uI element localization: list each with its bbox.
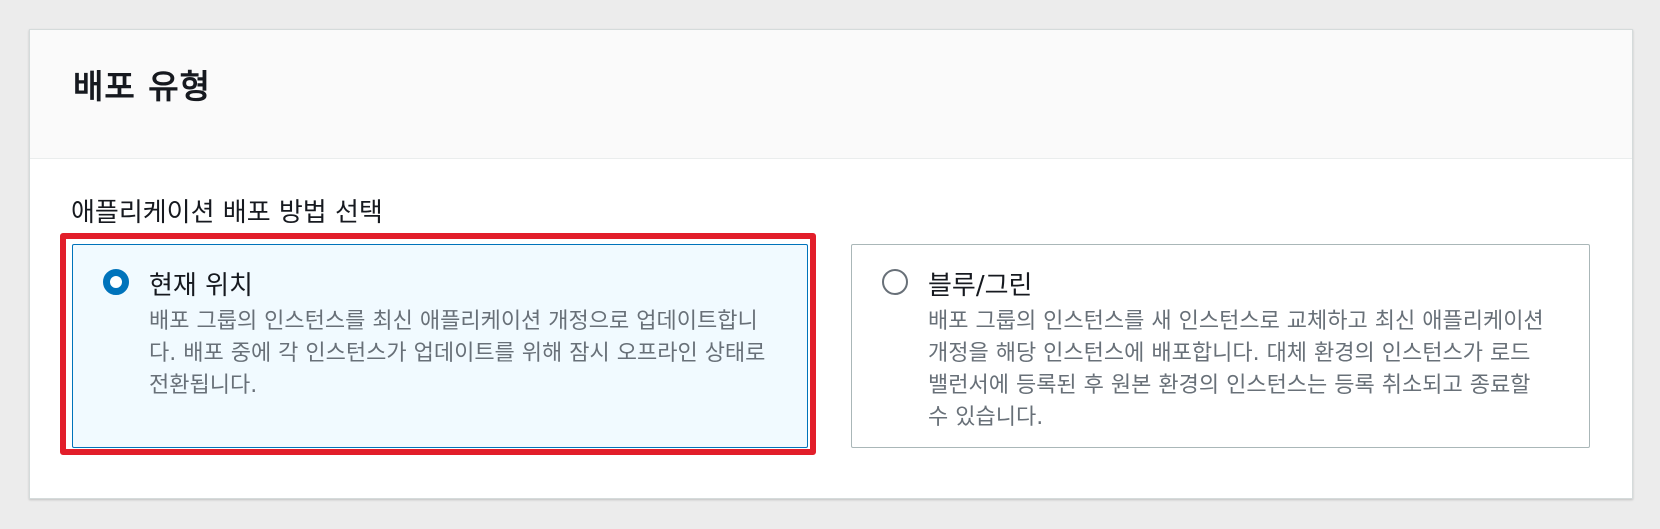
panel-header: 배포 유형 bbox=[30, 30, 1632, 159]
radio-blue-green[interactable] bbox=[882, 269, 908, 295]
option-in-place-tile[interactable]: 현재 위치 배포 그룹의 인스턴스를 최신 애플리케이션 개정으로 업데이트합니… bbox=[72, 244, 808, 448]
deployment-type-panel: 배포 유형 애플리케이션 배포 방법 선택 현재 위치 배포 그룹의 인스턴스를… bbox=[29, 29, 1633, 499]
panel-title: 배포 유형 bbox=[73, 67, 211, 106]
option-in-place-title: 현재 위치 bbox=[149, 271, 253, 301]
option-in-place-description: 배포 그룹의 인스턴스를 최신 애플리케이션 개정으로 업데이트합니다. 배포 … bbox=[149, 309, 766, 398]
option-blue-green-title: 블루/그린 bbox=[928, 271, 1033, 301]
option-blue-green-description: 배포 그룹의 인스턴스를 새 인스턴스로 교체하고 최신 애플리케이션 개정을 … bbox=[928, 309, 1544, 430]
radio-in-place[interactable] bbox=[103, 269, 129, 295]
option-blue-green-tile[interactable]: 블루/그린 배포 그룹의 인스턴스를 새 인스턴스로 교체하고 최신 애플리케이… bbox=[851, 244, 1590, 448]
screenshot-frame: 배포 유형 애플리케이션 배포 방법 선택 현재 위치 배포 그룹의 인스턴스를… bbox=[0, 0, 1660, 529]
deployment-method-label: 애플리케이션 배포 방법 선택 bbox=[71, 198, 383, 228]
